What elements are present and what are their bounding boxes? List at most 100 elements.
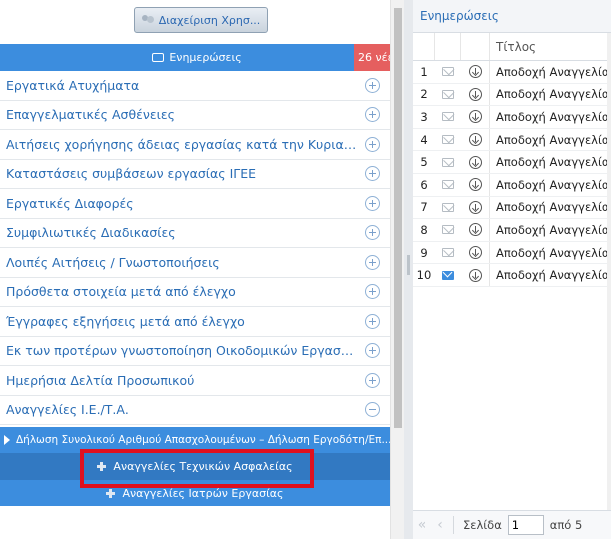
download-icon[interactable] <box>468 200 482 214</box>
panel-splitter[interactable] <box>404 0 413 539</box>
download-icon[interactable] <box>468 268 482 282</box>
page-number-input[interactable] <box>507 515 544 535</box>
category-label: Πρόσθετα στοιχεία μετά από έλεγχο <box>6 284 236 300</box>
expand-icon[interactable] <box>365 225 380 241</box>
arrow-right-icon <box>4 435 10 445</box>
expand-icon[interactable] <box>365 195 380 211</box>
collapse-icon[interactable] <box>365 402 380 418</box>
left-scrollbar[interactable] <box>390 0 404 539</box>
expand-icon[interactable] <box>365 77 380 93</box>
table-row[interactable]: 3 Αποδοχή Αναγγελίας Τ <box>413 106 611 129</box>
column-read <box>435 33 461 60</box>
read-status-cell <box>435 67 461 77</box>
first-page-icon[interactable]: « <box>413 517 431 533</box>
category-label: Ημερήσια Δελτία Προσωπικού <box>6 372 195 388</box>
download-icon[interactable] <box>468 110 482 124</box>
envelope-open-icon <box>442 67 454 77</box>
download-icon[interactable] <box>468 133 482 147</box>
read-status-cell <box>435 157 461 167</box>
envelope-open-icon <box>442 112 454 122</box>
user-management-button[interactable]: Διαχείριση Χρησ... <box>134 7 268 33</box>
table-row[interactable]: 6 Αποδοχή Αναγγελίας Τ <box>413 173 611 197</box>
table-row[interactable]: 9 Αποδοχή Αναγγελίας Τ <box>413 241 611 265</box>
row-number: 1 <box>420 64 428 79</box>
download-icon[interactable] <box>468 246 482 260</box>
category-item[interactable]: Ημερήσια Δελτία Προσωπικού <box>0 366 390 396</box>
read-status-cell <box>435 270 461 280</box>
category-item[interactable]: Καταστάσεις συμβάσεων εργασίας ΙΓΕΕ <box>0 160 390 189</box>
inbox-icon <box>152 53 165 62</box>
category-label: Λοιπές Αιτήσεις / Γνωστοποιήσεις <box>6 254 220 270</box>
submenu-item-doctors-label: Αναγγελίες Ιατρών Εργασίας <box>122 486 284 500</box>
plus-icon <box>106 488 116 498</box>
table-row[interactable]: 5 Αποδοχή Αναγγελίας Τ <box>413 151 611 174</box>
category-item[interactable]: Εργατικά Ατυχήματα <box>0 71 390 101</box>
category-item[interactable]: Πρόσθετα στοιχεία μετά από έλεγχο <box>0 278 390 307</box>
row-title[interactable]: Αποδοχή Αναγγελίας Τ <box>490 133 611 147</box>
pager: « ‹ Σελίδα από 5 <box>413 510 611 539</box>
grid-scrollbar[interactable] <box>607 33 611 510</box>
category-item[interactable]: Εργατικές Διαφορές <box>0 189 390 219</box>
expand-icon[interactable] <box>365 166 380 182</box>
row-title[interactable]: Αποδοχή Αναγγελίας Τ <box>490 110 611 124</box>
download-icon[interactable] <box>468 87 482 101</box>
expand-icon[interactable] <box>365 284 380 300</box>
table-row[interactable]: 10 Αποδοχή Αναγγελίας Τ <box>413 264 611 287</box>
category-list: Εργατικά Ατυχήματα Επαγγελματικές Ασθένει… <box>0 71 390 425</box>
category-item[interactable]: Αιτήσεις χορήγησης άδειας εργασίας κατά … <box>0 130 390 160</box>
category-item[interactable]: Έγγραφες εξηγήσεις μετά από έλεγχο <box>0 307 390 337</box>
envelope-open-icon <box>442 89 454 99</box>
category-label: Έγγραφες εξηγήσεις μετά από έλεγχο <box>6 313 245 329</box>
category-item[interactable]: Συμφιλιωτικές Διαδικασίες <box>0 219 390 248</box>
row-number: 8 <box>420 222 428 237</box>
expand-icon[interactable] <box>365 343 380 359</box>
row-title[interactable]: Αποδοχή Αναγγελίας Τ <box>490 268 611 282</box>
download-cell <box>461 106 490 128</box>
row-number: 9 <box>420 245 428 260</box>
row-title[interactable]: Αποδοχή Αναγγελίας Τ <box>490 246 611 260</box>
row-title[interactable]: Αποδοχή Αναγγελίας Τ <box>490 87 611 101</box>
row-title[interactable]: Αποδοχή Αναγγελίας Τ <box>490 65 611 79</box>
expand-icon[interactable] <box>365 313 380 329</box>
announcements-bar[interactable]: Ενημερώσεις 26 νέες <box>0 44 404 71</box>
category-item[interactable]: Εκ των προτέρων γνωστοποίηση Οικοδομικών… <box>0 337 390 366</box>
download-icon[interactable] <box>468 178 482 192</box>
expand-icon[interactable] <box>365 107 380 123</box>
category-item[interactable]: Επαγγελματικές Ασθένειες <box>0 101 390 130</box>
category-item[interactable]: Λοιπές Αιτήσεις / Γνωστοποιήσεις <box>0 248 390 278</box>
row-title[interactable]: Αποδοχή Αναγγελίας Τ <box>490 178 611 192</box>
expand-icon[interactable] <box>365 372 380 388</box>
download-icon[interactable] <box>468 155 482 169</box>
right-panel: Ενημερώσεις Τίτλος 1 Αποδοχή Αναγγελίας Τ… <box>413 0 611 539</box>
expand-icon[interactable] <box>365 254 380 270</box>
announcements-label: Ενημερώσεις <box>169 51 242 64</box>
prev-page-icon[interactable]: ‹ <box>431 517 449 533</box>
column-number <box>413 33 435 60</box>
download-icon[interactable] <box>468 65 482 79</box>
download-cell <box>461 173 490 196</box>
expand-icon[interactable] <box>365 136 380 152</box>
row-number: 7 <box>420 200 428 215</box>
row-title[interactable]: Αποδοχή Αναγγελίας Τ <box>490 155 611 169</box>
table-row[interactable]: 4 Αποδοχή Αναγγελίας Τ <box>413 128 611 152</box>
table-row[interactable]: 7 Αποδοχή Αναγγελίας Τ <box>413 196 611 220</box>
read-status-cell <box>435 248 461 258</box>
download-cell <box>461 241 490 264</box>
category-item[interactable]: Αναγγελίες Ι.Ε./Τ.Α. <box>0 396 390 425</box>
toolbar: Διαχείριση Χρησ... <box>0 0 390 44</box>
download-cell <box>461 264 490 286</box>
column-title[interactable]: Τίτλος <box>490 40 611 54</box>
category-label: Επαγγελματικές Ασθένειες <box>6 107 175 123</box>
table-row[interactable]: 8 Αποδοχή Αναγγελίας Τ <box>413 219 611 242</box>
row-number: 2 <box>420 87 428 102</box>
row-title[interactable]: Αποδοχή Αναγγελίας Τ <box>490 223 611 237</box>
download-icon[interactable] <box>468 223 482 237</box>
row-title[interactable]: Αποδοχή Αναγγελίας Τ <box>490 200 611 214</box>
table-row[interactable]: 1 Αποδοχή Αναγγελίας Τ <box>413 61 611 84</box>
category-label: Εργατικά Ατυχήματα <box>6 77 140 93</box>
table-row[interactable]: 2 Αποδοχή Αναγγελίας Τ <box>413 83 611 107</box>
scrollbar-thumb[interactable] <box>394 8 402 428</box>
users-icon <box>141 14 155 26</box>
splitter-grip[interactable] <box>407 255 410 275</box>
row-number: 6 <box>420 177 428 192</box>
